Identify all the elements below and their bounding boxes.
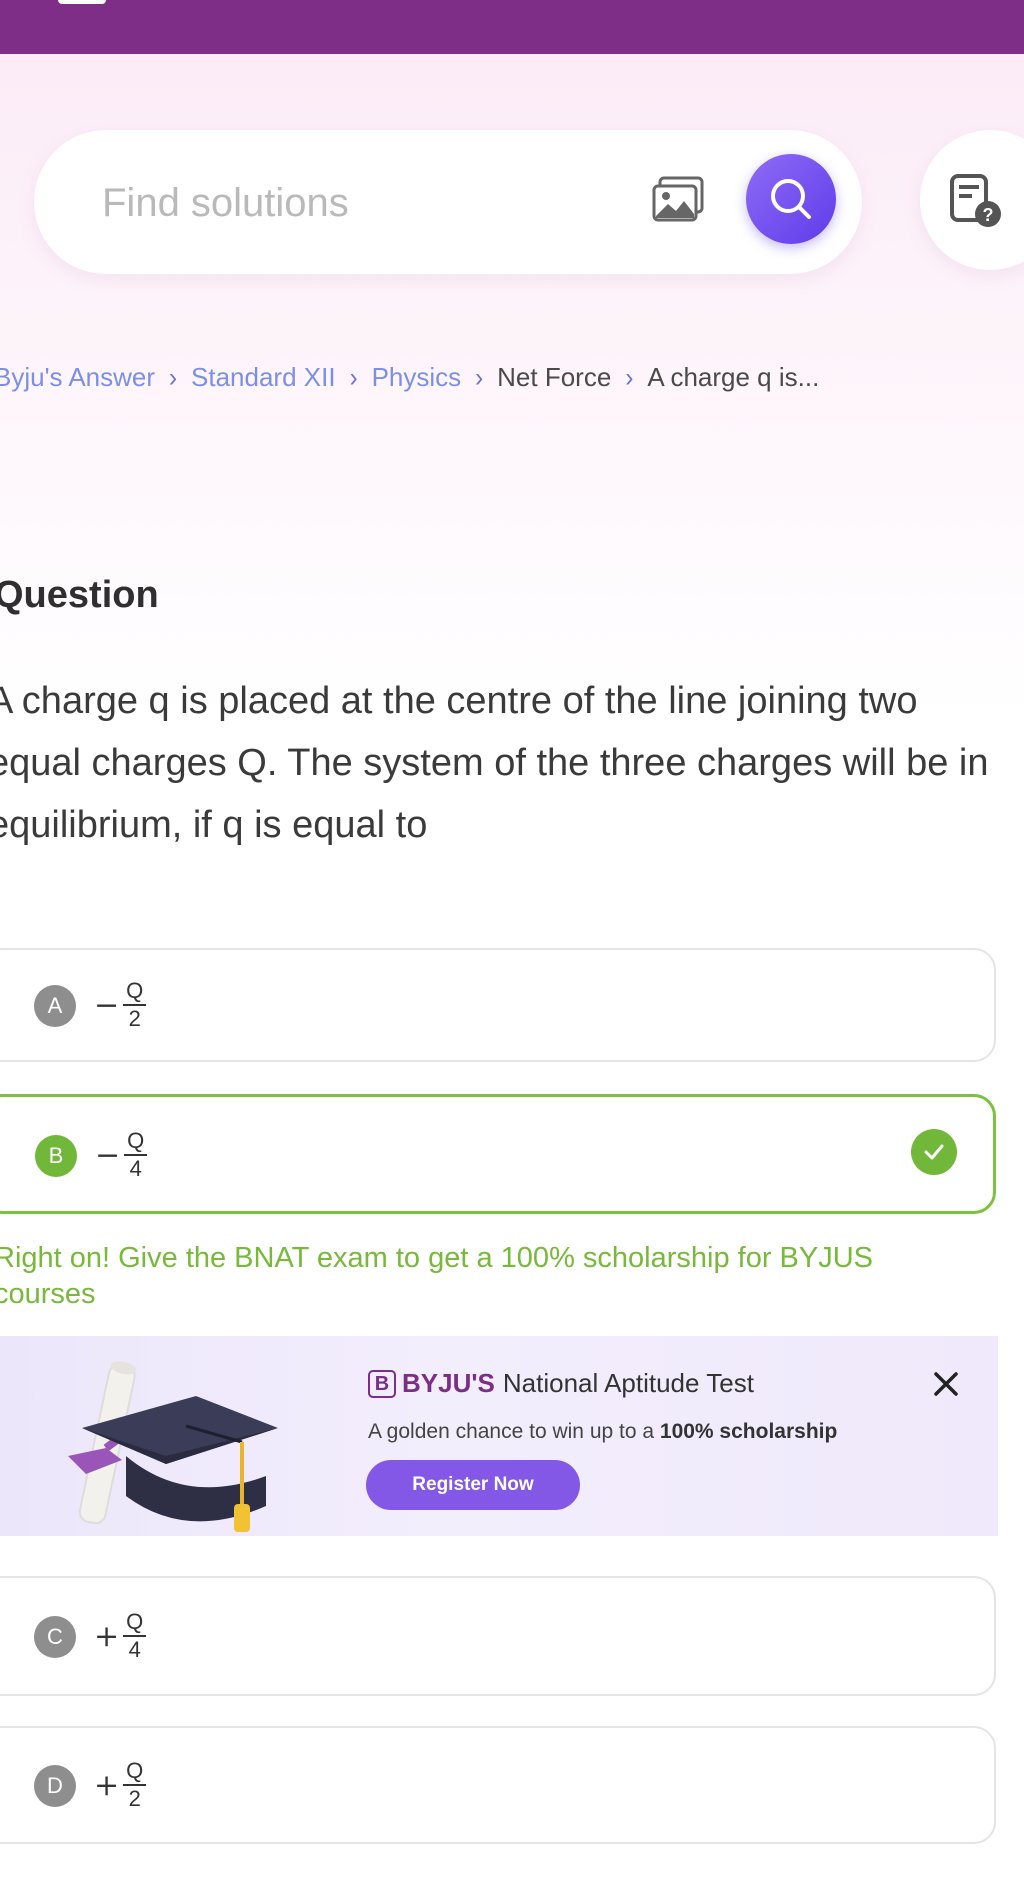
option-letter: C <box>34 1616 76 1658</box>
option-letter: D <box>34 1765 76 1807</box>
option-d[interactable]: D + Q2 <box>0 1726 996 1844</box>
chevron-right-icon: › <box>169 363 178 394</box>
fraction-denominator: 4 <box>128 1637 141 1662</box>
fraction-numerator: Q <box>124 1128 148 1156</box>
svg-text:?: ? <box>983 205 994 225</box>
option-value: + Q2 <box>94 1752 147 1818</box>
brand-name: BYJU'S <box>402 1368 495 1398</box>
banner-subtitle-bold: 100% scholarship <box>659 1420 838 1443</box>
breadcrumb-item[interactable]: Byju's Answer <box>0 362 155 392</box>
option-letter: A <box>34 985 76 1027</box>
register-now-button[interactable]: Register Now <box>366 1460 580 1510</box>
fraction-numerator: Q <box>123 1609 147 1637</box>
option-sign: + <box>94 1767 120 1803</box>
banner-subtitle-text: A golden chance to win up to a <box>368 1420 660 1443</box>
option-value: − Q2 <box>94 972 147 1038</box>
banner-subtitle: A golden chance to win up to a 100% scho… <box>368 1420 837 1444</box>
image-upload-icon[interactable] <box>650 174 706 228</box>
question-heading: Question <box>0 574 159 616</box>
menu-icon[interactable] <box>58 0 106 4</box>
breadcrumb: Byju's Answer › Standard XII › Physics › Net F… <box>0 362 819 393</box>
option-c[interactable]: C + Q4 <box>0 1576 996 1696</box>
search-bar <box>34 130 862 274</box>
fraction-numerator: Q <box>123 1758 147 1786</box>
option-sign: − <box>95 1137 121 1173</box>
banner-title: B BYJU'S National Aptitude Test <box>368 1368 754 1399</box>
breadcrumb-item[interactable]: Standard XII <box>191 362 336 392</box>
question-text: A charge q is placed at the centre of th… <box>0 680 989 846</box>
option-sign: − <box>94 987 120 1023</box>
fraction-denominator: 2 <box>128 1786 141 1811</box>
option-letter: B <box>35 1135 77 1177</box>
banner-title-text: National Aptitude Test <box>502 1368 754 1398</box>
doubt-icon: ? <box>950 174 1001 227</box>
graduation-cap-illustration <box>66 1356 296 1536</box>
option-value: + Q4 <box>94 1603 147 1669</box>
breadcrumb-current: A charge q is... <box>647 362 820 392</box>
check-icon <box>911 1129 957 1175</box>
option-value: − Q4 <box>95 1122 148 1188</box>
fraction-numerator: Q <box>123 978 147 1006</box>
option-sign: + <box>94 1618 120 1654</box>
fraction-denominator: 4 <box>129 1156 142 1181</box>
ask-doubt-button[interactable]: ? <box>920 130 1024 270</box>
search-button[interactable] <box>746 154 836 244</box>
chevron-right-icon: › <box>349 363 358 394</box>
bnat-banner: B BYJU'S National Aptitude Test A golden c… <box>0 1336 998 1536</box>
breadcrumb-item[interactable]: Physics <box>372 362 462 392</box>
chevron-right-icon: › <box>475 363 484 394</box>
breadcrumb-item[interactable]: Net Force <box>497 362 611 392</box>
chevron-right-icon: › <box>625 363 634 394</box>
option-a[interactable]: A − Q2 <box>0 948 996 1062</box>
search-input[interactable] <box>100 174 604 232</box>
fraction-denominator: 2 <box>128 1006 141 1031</box>
search-icon <box>771 179 811 219</box>
top-bar <box>0 0 1024 54</box>
byjus-logo-icon: B <box>368 1369 396 1398</box>
feedback-message: Right on! Give the BNAT exam to get a 10… <box>0 1242 874 1310</box>
close-icon[interactable] <box>926 1364 966 1404</box>
option-b[interactable]: B − Q4 <box>0 1094 996 1214</box>
